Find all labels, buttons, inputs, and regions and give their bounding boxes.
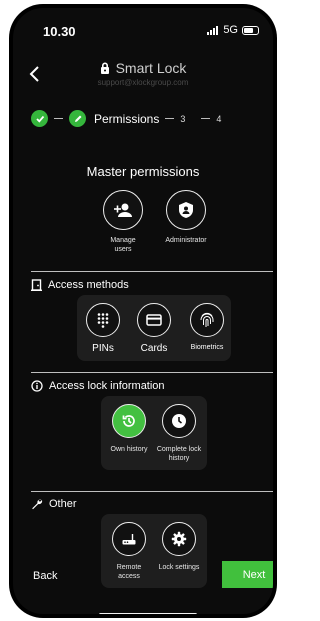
home-indicator xyxy=(99,613,197,614)
access-methods-panel: PINs Cards Biometrics xyxy=(77,295,231,361)
biometrics-option[interactable]: Biometrics xyxy=(185,303,229,351)
status-time: 10.30 xyxy=(43,24,76,39)
signal-icon xyxy=(207,25,219,35)
lock-settings-label: Lock settings xyxy=(158,564,200,571)
section-divider xyxy=(31,491,273,492)
remote-access-label: Remote access xyxy=(116,564,142,580)
cards-label: Cards xyxy=(140,343,168,354)
step-connector xyxy=(201,117,211,120)
gear-icon xyxy=(162,522,196,556)
step-2-edit-icon xyxy=(69,110,86,127)
door-icon xyxy=(31,279,42,291)
manage-users-label: Manage users xyxy=(110,237,136,253)
info-icon xyxy=(31,380,43,392)
administrator-label: Administrator xyxy=(165,237,207,244)
step-connector xyxy=(165,117,175,120)
clock-icon xyxy=(162,404,196,438)
complete-history-label: Complete lock history xyxy=(156,446,202,462)
keypad-icon xyxy=(86,303,120,337)
remote-access-option[interactable]: Remote access xyxy=(105,522,153,581)
history-icon xyxy=(112,404,146,438)
lock-info-title: Access lock information xyxy=(49,380,165,392)
pins-option[interactable]: PINs xyxy=(85,303,121,354)
other-title: Other xyxy=(49,498,77,510)
header-title-row: Smart Lock xyxy=(13,60,273,76)
lock-info-panel: Own history Complete lock history xyxy=(101,396,207,470)
network-label: 5G xyxy=(223,24,238,36)
step-current-label: Permissions xyxy=(94,111,160,126)
master-permissions-title: Master permissions xyxy=(86,164,200,179)
page-title: Smart Lock xyxy=(115,60,187,76)
step-1-complete-icon xyxy=(31,110,48,127)
pins-label: PINs xyxy=(92,343,114,354)
back-button[interactable]: Back xyxy=(33,570,57,582)
shield-icon xyxy=(166,190,206,230)
phone-frame: 10.30 5G Smart Lock support@xlockgroup.c… xyxy=(9,4,277,618)
access-methods-title: Access methods xyxy=(48,279,129,291)
next-button[interactable]: Next xyxy=(222,561,273,588)
card-icon xyxy=(137,303,171,337)
lock-info-header: Access lock information xyxy=(31,380,165,392)
step-4-label: 4 xyxy=(216,113,222,124)
own-history-label: Own history xyxy=(110,446,148,453)
progress-stepper: Permissions 3 4 xyxy=(31,110,221,127)
own-history-option[interactable]: Own history xyxy=(105,404,153,454)
administrator-option[interactable]: Administrator xyxy=(156,190,216,245)
section-divider xyxy=(31,372,273,373)
fingerprint-icon xyxy=(190,303,224,337)
manage-users-option[interactable]: Manage users xyxy=(101,190,145,254)
other-panel: Remote access Lock settings xyxy=(101,514,207,588)
app-screen: 10.30 5G Smart Lock support@xlockgroup.c… xyxy=(13,8,273,614)
support-email: support@xlockgroup.com xyxy=(97,78,189,87)
wrench-icon xyxy=(32,499,43,510)
section-divider xyxy=(31,271,273,272)
battery-icon xyxy=(242,25,259,35)
biometrics-label: Biometrics xyxy=(190,344,224,351)
add-user-icon xyxy=(103,190,143,230)
step-connector xyxy=(54,117,63,120)
complete-history-option[interactable]: Complete lock history xyxy=(155,404,203,463)
lock-settings-option[interactable]: Lock settings xyxy=(155,522,203,572)
access-methods-header: Access methods xyxy=(31,279,129,291)
cards-option[interactable]: Cards xyxy=(136,303,172,354)
lock-icon xyxy=(100,62,109,74)
step-3-label: 3 xyxy=(180,113,186,124)
other-header: Other xyxy=(31,498,77,510)
status-indicators: 5G xyxy=(207,24,259,36)
router-icon xyxy=(112,522,146,556)
